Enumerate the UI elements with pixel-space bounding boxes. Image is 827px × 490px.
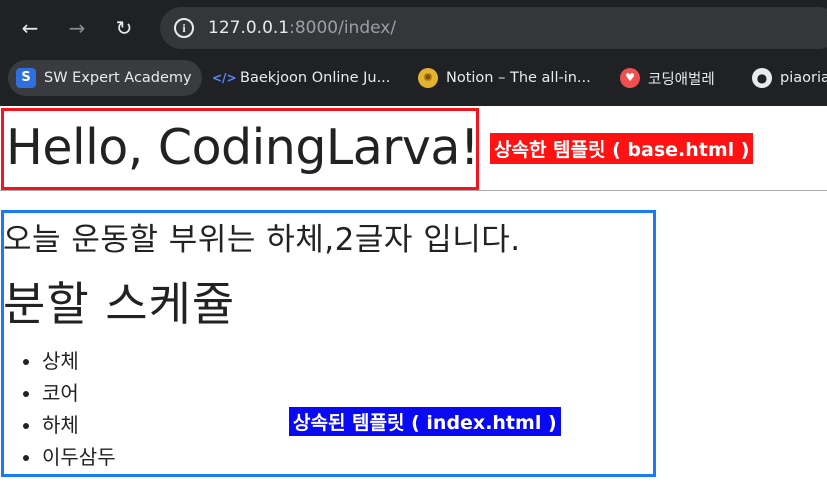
bookmark-notion[interactable]: ✺ Notion – The all-in... [418, 60, 591, 96]
address-bar[interactable]: i 127.0.0.1:8000/index/ [160, 7, 827, 49]
url-text[interactable]: 127.0.0.1:8000/index/ [208, 17, 396, 39]
list-item: 상체 [42, 345, 116, 377]
page-heading: Hello, CodingLarva! [6, 119, 480, 176]
bookmark-label: piaoria [780, 70, 827, 86]
bookmark-github[interactable]: ● piaoria [752, 60, 827, 96]
bookmark-label: Baekjoon Online Ju... [240, 70, 391, 86]
url-host: 127.0.0.1 [208, 18, 290, 38]
bookmark-label: 코딩애벌레 [648, 71, 715, 88]
list-item: 코어 [42, 377, 116, 409]
forward-arrow-icon[interactable]: → [61, 12, 93, 44]
back-arrow-icon[interactable]: ← [14, 12, 46, 44]
list-item: 이두삼두 [42, 441, 116, 473]
bookmarks-bar: S SW Expert Academy </> Baekjoon Online … [0, 58, 827, 98]
bookmark-label: SW Expert Academy [44, 70, 192, 86]
url-path: :8000/index/ [289, 18, 397, 38]
schedule-heading: 분할 스케쥴 [3, 277, 236, 331]
base-template-highlight: Hello, CodingLarva! [1, 108, 480, 190]
index-template-label: 상속된 템플릿 ( index.html ) [289, 407, 561, 436]
workout-message: 오늘 운동할 부위는 하체,2글자 입니다. [3, 222, 521, 258]
bookmark-swea[interactable]: S SW Expert Academy [8, 60, 202, 96]
bookmark-coding-larva[interactable]: ♥ 코딩애벌레 [620, 60, 715, 96]
site-info-icon[interactable]: i [174, 18, 194, 38]
reload-icon[interactable]: ↻ [108, 12, 140, 44]
bookmark-label: Notion – The all-in... [446, 70, 591, 86]
browser-chrome: ← → ↻ i 127.0.0.1:8000/index/ S SW Exper… [0, 0, 827, 106]
github-icon: ● [752, 68, 772, 88]
list-item: 하체 [42, 409, 116, 441]
coding-larva-icon: ♥ [620, 68, 640, 88]
swea-icon: S [16, 68, 36, 88]
base-template-label: 상속한 템플릿 ( base.html ) [490, 133, 754, 164]
notion-sun-icon: ✺ [418, 68, 438, 88]
schedule-list: 상체 코어 하체 이두삼두 [0, 345, 116, 473]
bookmark-baekjoon[interactable]: </> Baekjoon Online Ju... [212, 60, 390, 96]
divider [0, 190, 827, 191]
code-brackets-icon: </> [212, 71, 237, 85]
